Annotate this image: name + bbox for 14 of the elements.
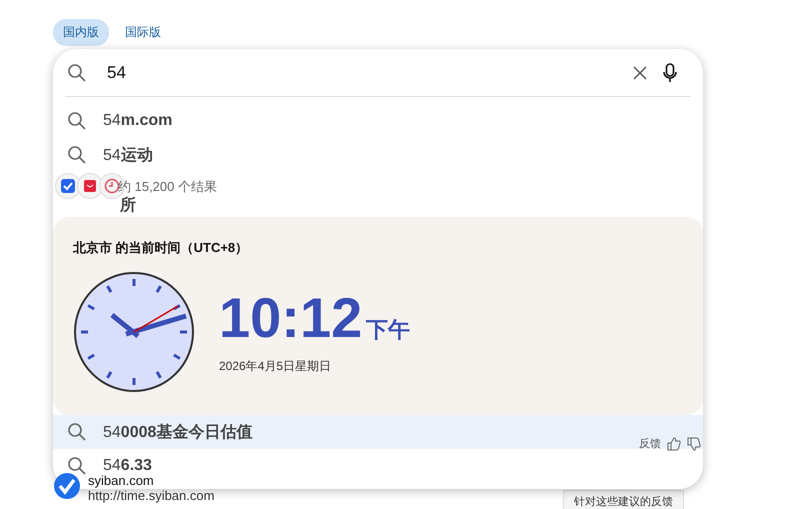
- time-period: 下午: [366, 316, 410, 344]
- date-text: 2026年4月5日星期日: [219, 358, 332, 374]
- feedback-label: 反馈: [639, 437, 661, 451]
- region-tab[interactable]: 国内版: [53, 19, 109, 46]
- region-tab[interactable]: 国际版: [115, 19, 171, 46]
- digital-time: 10:12: [219, 290, 362, 346]
- search-suggestion[interactable]: 54运动: [53, 144, 159, 166]
- suggestion-feedback-button[interactable]: 针对这些建议的反馈: [563, 490, 684, 509]
- search-field[interactable]: 54: [103, 62, 617, 82]
- search-suggestion[interactable]: 所: [118, 196, 138, 214]
- search-suggestion[interactable]: 54m.com: [53, 110, 178, 132]
- time-card-title: 北京市 的当前时间（UTC+8）: [73, 239, 250, 257]
- result-url[interactable]: http://time.syiban.com: [88, 488, 214, 503]
- result-count: 约 15,200 个结果: [118, 178, 217, 196]
